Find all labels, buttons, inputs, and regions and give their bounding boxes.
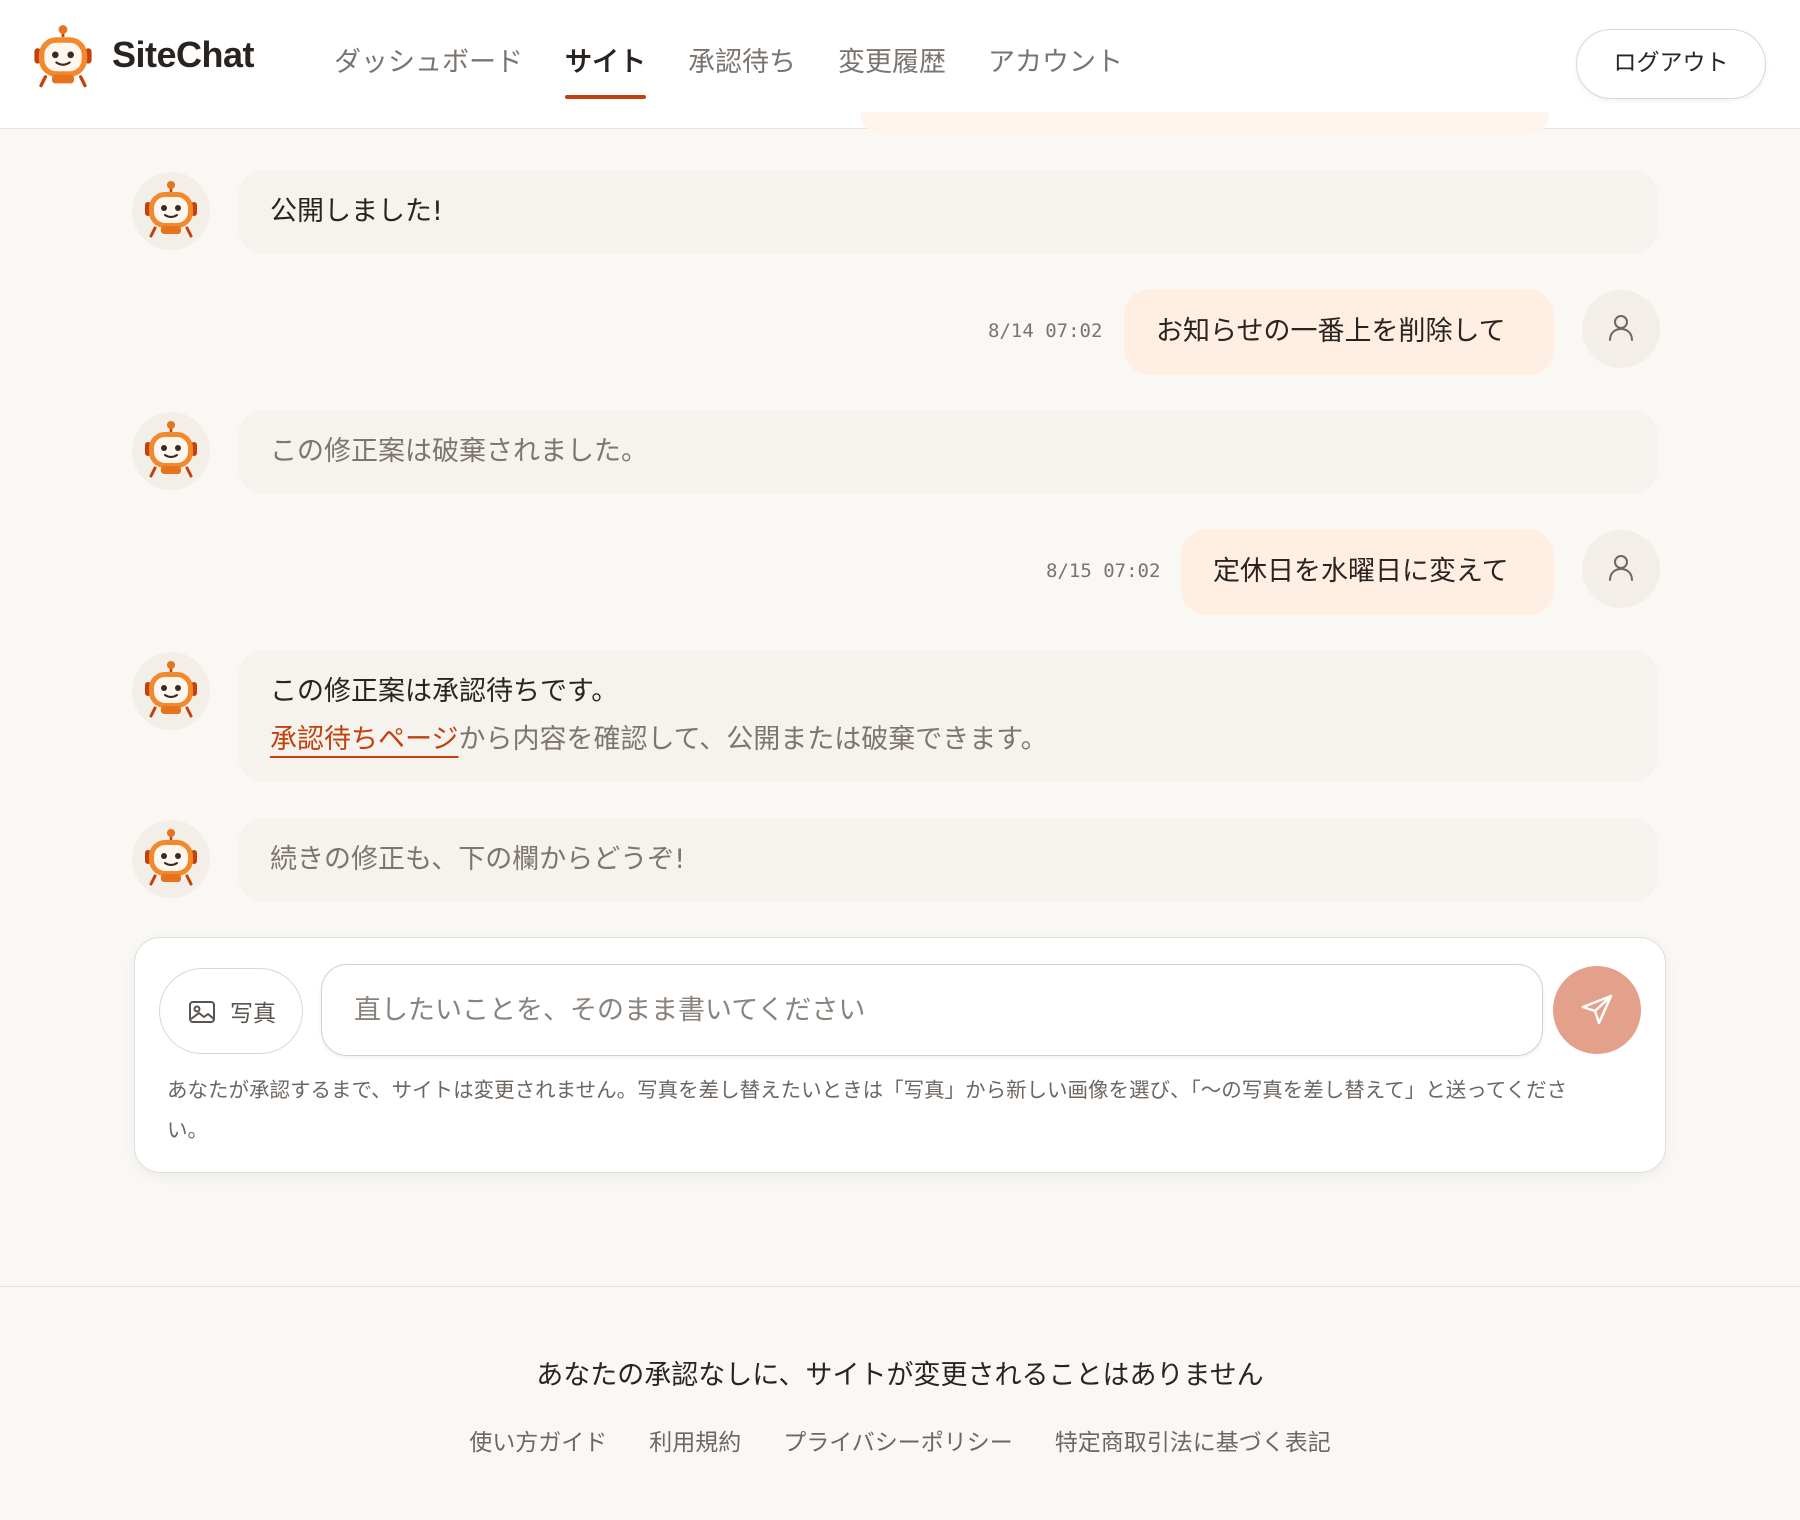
send-icon: [1581, 994, 1613, 1025]
footer-links: 使い方ガイド 利用規約 プライバシーポリシー 特定商取引法に基づく表記: [0, 1423, 1800, 1457]
robot-mascot-icon: [141, 828, 201, 888]
user-icon: [1606, 552, 1636, 582]
page-footer: あなたの承認なしに、サイトが変更されることはありません 使い方ガイド 利用規約 …: [0, 1286, 1800, 1520]
bot-message-text: 承認待ちページから内容を確認して、公開または破棄できます。: [270, 716, 1626, 764]
nav-item-history[interactable]: 変更履歴: [838, 0, 946, 129]
send-button[interactable]: [1553, 966, 1641, 1054]
bot-avatar: [132, 820, 210, 898]
bot-message: 続きの修正も、下の欄からどうぞ!: [238, 818, 1658, 902]
nav-item-account[interactable]: アカウント: [988, 0, 1123, 129]
logout-button[interactable]: ログアウト: [1576, 29, 1766, 99]
message-input[interactable]: [321, 964, 1543, 1056]
main-nav: ダッシュボード サイト 承認待ち 変更履歴 アカウント: [334, 0, 1165, 129]
image-icon: [189, 1001, 215, 1023]
user-message: お知らせの一番上を削除して: [1124, 289, 1554, 375]
top-header: SiteChat ダッシュボード サイト 承認待ち 変更履歴 アカウント ログア…: [0, 0, 1800, 129]
footer-tagline: あなたの承認なしに、サイトが変更されることはありません: [536, 1360, 1264, 1391]
bot-message-text: 公開しました!: [270, 196, 443, 227]
bot-message-text: 続きの修正も、下の欄からどうぞ!: [270, 844, 686, 875]
robot-mascot-icon: [141, 660, 201, 720]
robot-mascot-icon: [141, 180, 201, 240]
scrolled-message-edge: [860, 112, 1550, 136]
user-avatar: [1582, 290, 1660, 368]
bot-message: 公開しました!: [238, 170, 1658, 254]
nav-item-dashboard[interactable]: ダッシュボード: [334, 0, 523, 129]
user-avatar: [1582, 530, 1660, 608]
bot-avatar: [132, 652, 210, 730]
robot-mascot-icon[interactable]: [30, 24, 96, 90]
bot-message: この修正案は承認待ちです。 承認待ちページから内容を確認して、公開または破棄でき…: [238, 650, 1658, 782]
photo-button-label: 写真: [230, 1001, 276, 1027]
nav-item-site[interactable]: サイト: [565, 0, 646, 129]
user-message: 定休日を水曜日に変えて: [1181, 529, 1554, 615]
bot-message-text: から内容を確認して、公開または破棄できます。: [458, 724, 1048, 755]
bot-message: この修正案は破棄されました。: [238, 410, 1658, 494]
footer-link-commerce-law[interactable]: 特定商取引法に基づく表記: [1055, 1423, 1331, 1457]
bot-avatar: [132, 412, 210, 490]
footer-link-privacy[interactable]: プライバシーポリシー: [783, 1423, 1013, 1457]
message-composer: 写真 あなたが承認するまで、サイトは変更されません。写真を差し替えたいときは「写…: [134, 937, 1666, 1173]
message-timestamp: 8/15 07:02: [1046, 560, 1161, 582]
footer-link-terms[interactable]: 利用規約: [649, 1423, 741, 1457]
bot-avatar: [132, 172, 210, 250]
footer-link-guide[interactable]: 使い方ガイド: [469, 1423, 607, 1457]
brand-name[interactable]: SiteChat: [112, 34, 255, 76]
pending-page-link[interactable]: 承認待ちページ: [270, 724, 458, 755]
message-timestamp: 8/14 07:02: [988, 320, 1103, 342]
user-icon: [1606, 312, 1636, 342]
bot-message-text: この修正案は承認待ちです。: [270, 676, 619, 707]
photo-upload-button[interactable]: 写真: [159, 968, 303, 1054]
robot-mascot-icon: [141, 420, 201, 480]
nav-item-pending[interactable]: 承認待ち: [688, 0, 796, 129]
bot-message-text: この修正案は破棄されました。: [270, 436, 648, 467]
composer-help-text: あなたが承認するまで、サイトは変更されません。写真を差し替えたいときは「写真」か…: [167, 1078, 1568, 1142]
